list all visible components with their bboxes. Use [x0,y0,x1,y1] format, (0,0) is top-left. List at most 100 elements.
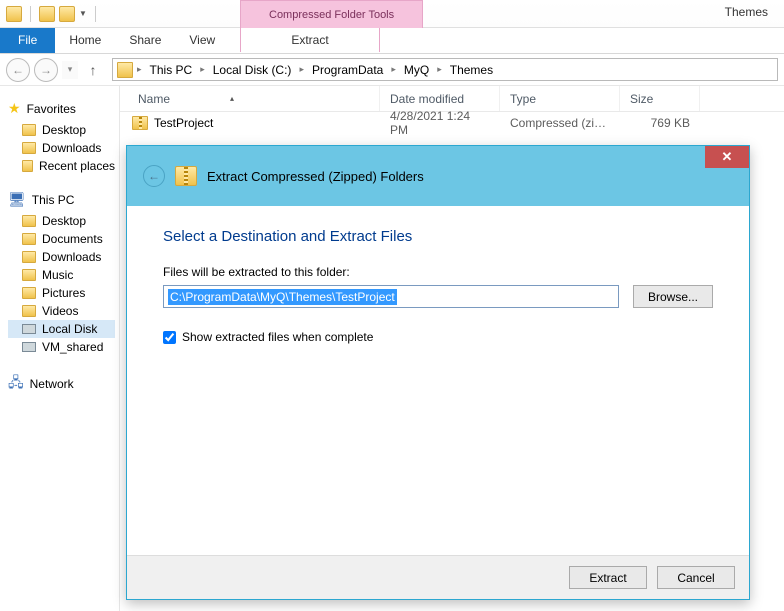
tree-item[interactable]: Downloads [8,248,115,266]
tree-item[interactable]: Videos [8,302,115,320]
tree-item[interactable]: Desktop [8,121,115,139]
cell-type: Compressed (zipp… [500,116,620,130]
tree-item-local-disk[interactable]: Local Disk [8,320,115,338]
breadcrumb-sep: ▸ [435,64,444,75]
folder-icon [22,142,36,154]
breadcrumb[interactable]: MyQ [400,61,433,79]
tree-this-pc[interactable]: 🖥 This PC [8,191,115,208]
col-type[interactable]: Type [500,86,620,111]
title-bar: ▼ Compressed Folder Tools Themes [0,0,784,28]
browse-button[interactable]: Browse... [633,285,713,308]
quick-access-toolbar: ▼ [0,6,106,22]
tree-item-label: Music [42,268,73,282]
folder-icon [22,305,36,317]
qat-divider [95,6,96,22]
dialog-path-label: Files will be extracted to this folder: [163,265,713,279]
tree-item-label: Recent places [39,159,115,173]
checkbox-input[interactable] [163,331,176,344]
tab-extract[interactable]: Extract [240,28,380,52]
ribbon-tabs: File Home Share View Extract [0,28,784,54]
network-icon: 🖧 [8,372,24,396]
breadcrumb[interactable]: This PC [146,61,197,79]
tab-view[interactable]: View [175,28,229,53]
tree-item-label: Local Disk [42,322,97,336]
qat-customize-icon[interactable]: ▼ [79,9,87,18]
file-name: TestProject [154,116,213,130]
address-folder-icon [117,62,133,78]
tree-item[interactable]: Desktop [8,212,115,230]
qat-divider [30,6,31,22]
cell-date: 4/28/2021 1:24 PM [380,109,500,137]
up-button[interactable]: ↑ [82,59,104,81]
tree-label: Network [30,377,74,391]
qat-properties-icon[interactable] [39,6,55,22]
close-button[interactable]: ✕ [705,146,749,168]
col-date[interactable]: Date modified [380,86,500,111]
tree-item[interactable]: Pictures [8,284,115,302]
dialog-title: Extract Compressed (Zipped) Folders [207,169,424,184]
ribbon-context-tab: Compressed Folder Tools [240,0,423,28]
dialog-titlebar: ✕ ← Extract Compressed (Zipped) Folders [127,146,749,206]
file-tab[interactable]: File [0,28,55,53]
cell-size: 769 KB [620,116,700,130]
folder-icon [22,287,36,299]
file-row[interactable]: TestProject 4/28/2021 1:24 PM Compressed… [120,112,784,134]
star-icon: ★ [8,100,21,117]
tree-item-label: Desktop [42,123,86,137]
tree-item[interactable]: VM_shared [8,338,115,356]
tree-item-label: Videos [42,304,78,318]
folder-icon [22,251,36,263]
sort-caret-icon: ▴ [230,94,234,103]
nav-tree: ★ Favorites Desktop Downloads Recent plac… [0,86,120,611]
path-input[interactable]: C:\ProgramData\MyQ\Themes\TestProject [163,285,619,308]
folder-icon [22,160,33,172]
tree-item[interactable]: Documents [8,230,115,248]
show-files-checkbox[interactable]: Show extracted files when complete [163,330,713,344]
breadcrumb[interactable]: Themes [446,61,497,79]
dialog-footer: Extract Cancel [127,555,749,599]
tree-network[interactable]: 🖧 Network [8,372,115,396]
cancel-button[interactable]: Cancel [657,566,735,589]
back-button[interactable]: ← [6,58,30,82]
tab-home[interactable]: Home [55,28,115,53]
tree-item-label: VM_shared [42,340,103,354]
recent-locations-icon[interactable]: ▾ [62,61,78,79]
disk-icon [22,342,36,352]
tree-label: Favorites [27,102,76,116]
dialog-back-button[interactable]: ← [143,165,165,187]
folder-icon [22,215,36,227]
col-name[interactable]: Name ▴ [120,86,380,111]
folder-icon [22,233,36,245]
extract-button[interactable]: Extract [569,566,647,589]
extract-dialog: ✕ ← Extract Compressed (Zipped) Folders … [126,145,750,600]
qat-newfolder-icon[interactable] [59,6,75,22]
window-title: Themes [725,5,768,19]
folder-icon [22,124,36,136]
breadcrumb[interactable]: ProgramData [308,61,387,79]
tree-item-label: Downloads [42,250,101,264]
tree-item-label: Documents [42,232,103,246]
col-size[interactable]: Size [620,86,700,111]
path-input-value: C:\ProgramData\MyQ\Themes\TestProject [168,289,397,305]
dialog-body: Select a Destination and Extract Files F… [127,206,749,555]
tree-favorites[interactable]: ★ Favorites [8,100,115,117]
tree-label: This PC [32,193,75,207]
tree-item-label: Desktop [42,214,86,228]
breadcrumb-sep: ▸ [198,64,207,75]
cell-name: TestProject [120,116,380,130]
dialog-heading: Select a Destination and Extract Files [163,228,713,245]
tree-item[interactable]: Downloads [8,139,115,157]
tree-item[interactable]: Recent places [8,157,115,175]
forward-button[interactable]: → [34,58,58,82]
breadcrumb[interactable]: Local Disk (C:) [209,61,296,79]
tab-share[interactable]: Share [115,28,175,53]
app-icon [6,6,22,22]
tree-item-label: Pictures [42,286,85,300]
tree-item[interactable]: Music [8,266,115,284]
col-label: Name [138,92,170,106]
zip-icon [132,116,148,130]
address-bar[interactable]: ▸ This PC ▸ Local Disk (C:) ▸ ProgramDat… [112,58,778,81]
nav-bar: ← → ▾ ↑ ▸ This PC ▸ Local Disk (C:) ▸ Pr… [0,54,784,86]
breadcrumb-sep: ▸ [135,64,144,75]
pc-icon: 🖥 [8,191,26,208]
